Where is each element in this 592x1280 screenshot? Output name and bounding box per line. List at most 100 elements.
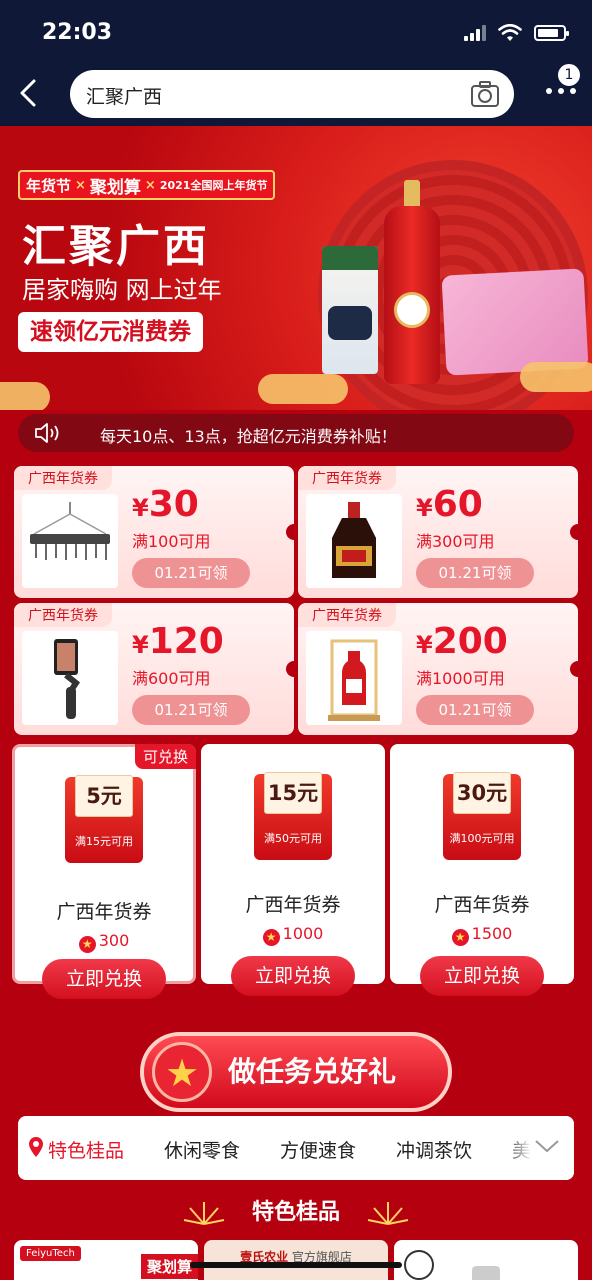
bottle-image xyxy=(472,1266,500,1280)
product-logo-icon xyxy=(404,1250,434,1280)
points-cost: ★ 300 xyxy=(15,931,193,953)
section-title: 特色桂品 xyxy=(251,1200,340,1225)
voucher-name: 广西年货券 xyxy=(245,894,341,916)
tag-nianhuojie: 年货节 xyxy=(26,176,72,195)
voucher-name: 广西年货券 xyxy=(434,894,530,916)
banner-title: 汇聚广西 xyxy=(22,221,210,272)
coupon-tag: 广西年货券 xyxy=(14,603,112,627)
banner-subtitle: 居家嗨购 网上过年 xyxy=(22,276,222,304)
tab-冲调茶饮[interactable]: 冲调茶饮 xyxy=(396,1136,472,1163)
coupon-amount: ¥200 xyxy=(416,621,508,662)
points-star-icon: ★ xyxy=(451,929,469,946)
quilt-image xyxy=(441,268,589,376)
coupon-notch xyxy=(286,661,294,677)
home-indicator xyxy=(190,1262,402,1268)
milk-carton-image xyxy=(322,246,378,374)
redeem-button[interactable]: 立即兑换 xyxy=(420,956,544,996)
task-exchange-button[interactable]: ★ 做任务兑好礼 xyxy=(140,1032,452,1112)
tab-方便速食[interactable]: 方便速食 xyxy=(280,1136,356,1163)
coupon-card[interactable]: 广西年货券 ¥120 满600可用 01.21可领 xyxy=(14,603,294,735)
coupon-card[interactable]: 广西年货券 ¥200 满1000可用 01.21可领 xyxy=(298,603,578,735)
voucher-value: 15元 xyxy=(264,772,322,814)
claim-coupon-button[interactable]: 速领亿元消费券 xyxy=(18,312,203,352)
coupon-condition: 满300可用 xyxy=(416,532,495,551)
redeem-button[interactable]: 立即兑换 xyxy=(42,959,166,999)
tab-特色桂品[interactable]: 特色桂品 xyxy=(48,1136,124,1163)
tag-juhuasuan: 聚划算 xyxy=(89,177,141,198)
claim-date-button[interactable]: 01.21可领 xyxy=(416,558,534,588)
coupon-tag: 广西年货券 xyxy=(298,603,396,627)
coupon-condition: 满1000可用 xyxy=(416,669,505,688)
hero-banner[interactable]: 年货节 × 聚划算 × 2021全国网上年货节 汇聚广西 居家嗨购 网上过年 速… xyxy=(0,126,592,410)
voucher-condition: 满50元可用 xyxy=(264,832,322,845)
coupon-amount: ¥60 xyxy=(416,484,483,525)
coupon-notch xyxy=(570,661,578,677)
soy-sauce-bottle-image xyxy=(306,494,402,588)
voucher-name: 广西年货券 xyxy=(56,901,152,923)
firework-right-icon xyxy=(367,1202,409,1225)
voucher-value: 30元 xyxy=(453,772,511,814)
notice-bar: 每天10点、13点，抢超亿元消费券补贴！ xyxy=(18,414,574,452)
battery-icon xyxy=(534,25,569,41)
brand-badge: FeiyuTech xyxy=(20,1246,81,1261)
search-text: 汇聚广西 xyxy=(86,86,163,108)
redeemable-flag: 可兑换 xyxy=(134,744,196,769)
task-button-label: 做任务兑好礼 xyxy=(228,1055,397,1088)
coupon-card[interactable]: 广西年货券 ¥60 满300可用 01.21可领 xyxy=(298,466,578,598)
redeem-card[interactable]: 可兑换 5元 满15元可用 广西年货券 ★ 300 立即兑换 xyxy=(12,744,196,999)
location-pin-icon xyxy=(29,1137,43,1157)
cloud-decor xyxy=(0,382,50,410)
redeem-card[interactable]: 30元 满100元可用 广西年货券 ★ 1500 立即兑换 xyxy=(390,744,574,996)
claim-date-button[interactable]: 01.21可领 xyxy=(132,558,250,588)
coupon-condition: 满600可用 xyxy=(132,669,211,688)
phone-gimbal-image xyxy=(22,631,118,725)
redeem-button[interactable]: 立即兑换 xyxy=(231,956,355,996)
red-envelope-icon: 5元 满15元可用 xyxy=(65,775,143,863)
tab-休闲零食[interactable]: 休闲零食 xyxy=(164,1136,240,1163)
coupon-amount: ¥120 xyxy=(132,621,224,662)
points-cost: ★ 1500 xyxy=(390,924,574,946)
signal-icon xyxy=(464,25,486,41)
back-arrow-icon[interactable] xyxy=(16,78,42,108)
voucher-condition: 满100元可用 xyxy=(449,832,515,845)
liquor-bottle-image xyxy=(380,180,444,384)
chevron-down-icon[interactable] xyxy=(534,1138,560,1154)
tag-separator: × xyxy=(144,177,156,193)
coupon-card[interactable]: 广西年货券 ¥30 满100可用 01.21可领 xyxy=(14,466,294,598)
points-star-icon: ★ xyxy=(262,929,280,946)
product-card[interactable] xyxy=(394,1240,578,1280)
claim-date-button[interactable]: 01.21可领 xyxy=(132,695,250,725)
cloud-decor xyxy=(520,362,592,392)
points-cost: ★ 1000 xyxy=(201,924,385,946)
camera-icon[interactable] xyxy=(470,80,500,108)
coupon-tag: 广西年货券 xyxy=(298,466,396,490)
notice-text: 每天10点、13点，抢超亿元消费券补贴！ xyxy=(100,427,397,446)
banner-campaign-tags: 年货节 × 聚划算 × 2021全国网上年货节 xyxy=(18,170,276,200)
coupon-notch xyxy=(286,524,294,540)
category-tabs: 特色桂品 休闲零食 方便速食 冲调茶饮 美 xyxy=(18,1116,574,1180)
cloud-decor xyxy=(258,374,348,404)
red-envelope-icon: 15元 满50元可用 xyxy=(254,772,332,860)
product-card[interactable]: 壹氏农业 官方旗舰店 xyxy=(204,1240,388,1280)
voucher-condition: 满15元可用 xyxy=(75,835,133,848)
liquor-gift-box-image xyxy=(306,631,402,725)
points-star-icon: ★ xyxy=(78,936,96,953)
tag-2021: 2021全国网上年货节 xyxy=(159,179,268,192)
coupon-tag: 广西年货券 xyxy=(14,466,112,490)
status-time: 22:03 xyxy=(42,20,113,45)
redeem-card[interactable]: 15元 满50元可用 广西年货券 ★ 1000 立即兑换 xyxy=(201,744,385,996)
coupon-notch xyxy=(570,524,578,540)
top-header: 22:03 汇聚广西 1 xyxy=(0,0,592,126)
speaker-icon xyxy=(35,423,59,443)
tag-separator: × xyxy=(75,177,86,193)
notification-badge: 1 xyxy=(556,62,582,88)
status-icons xyxy=(464,24,569,42)
wifi-icon xyxy=(498,24,522,41)
product-card[interactable]: FeiyuTech 聚划算 xyxy=(14,1240,198,1280)
search-input[interactable]: 汇聚广西 xyxy=(70,70,514,118)
hanger-rack-image xyxy=(22,494,118,588)
more-menu-icon[interactable] xyxy=(546,88,576,96)
red-envelope-icon: 30元 满100元可用 xyxy=(443,772,521,860)
claim-date-button[interactable]: 01.21可领 xyxy=(416,695,534,725)
coupon-condition: 满100可用 xyxy=(132,532,211,551)
